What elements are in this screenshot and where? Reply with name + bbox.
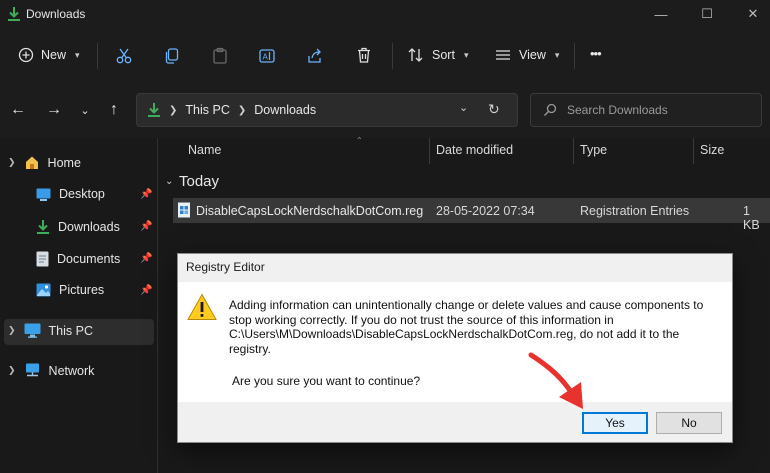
pin-icon[interactable]: 📌	[140, 189, 152, 200]
plus-circle-icon	[18, 47, 34, 63]
column-header-type[interactable]: Type	[580, 143, 607, 157]
warning-icon	[187, 293, 217, 320]
minimize-icon: —	[654, 6, 668, 22]
yes-button[interactable]: Yes	[582, 412, 648, 434]
sort-label: Sort	[432, 48, 455, 62]
column-divider[interactable]	[429, 138, 430, 164]
svg-text:A: A	[263, 53, 269, 62]
column-header-size[interactable]: Size	[700, 143, 724, 157]
nav-item-downloads[interactable]: Downloads	[36, 219, 120, 235]
column-header-date-modified[interactable]: Date modified	[436, 143, 513, 157]
nav-item-label: Pictures	[59, 283, 105, 297]
breadcrumb-separator-icon: ❯	[237, 104, 247, 116]
sort-icon	[408, 48, 423, 62]
close-icon: ✕	[747, 6, 759, 21]
downloads-icon	[37, 220, 49, 234]
nav-item-label: Home	[47, 155, 81, 170]
registry-file-icon	[178, 202, 190, 218]
view-button[interactable]: View ▾	[494, 47, 559, 63]
breadcrumb-this-pc[interactable]: This PC	[185, 103, 229, 117]
nav-item-label: Downloads	[58, 220, 120, 234]
documents-icon	[36, 251, 49, 267]
breadcrumb-separator-icon: ❯	[169, 104, 178, 116]
annotation-arrow-icon	[528, 352, 583, 409]
rename-icon[interactable]: A	[258, 47, 276, 65]
nav-item-documents[interactable]: Documents	[36, 251, 120, 267]
sort-indicator-icon: ⌃	[356, 136, 363, 145]
nav-item-home[interactable]: ❯ Home	[8, 155, 81, 170]
pin-icon[interactable]: 📌	[140, 285, 152, 296]
nav-item-label: Desktop	[59, 187, 105, 201]
chevron-right-icon: ❯	[8, 365, 16, 375]
minimize-button[interactable]: —	[641, 4, 681, 24]
group-collapse-chevron-icon[interactable]: ⌄	[165, 176, 173, 187]
dialog-title: Registry Editor	[186, 260, 265, 274]
nav-item-label: Network	[48, 363, 95, 378]
search-icon	[544, 103, 557, 116]
file-date-modified: 28-05-2022 07:34	[436, 204, 535, 218]
file-size: 1 KB	[743, 204, 760, 232]
maximize-icon: ☐	[701, 6, 713, 21]
toolbar-divider	[392, 43, 393, 69]
column-divider[interactable]	[693, 138, 694, 164]
pane-divider[interactable]	[157, 138, 158, 473]
downloads-icon	[8, 7, 20, 21]
cut-icon[interactable]	[115, 47, 133, 65]
column-header-name[interactable]: Name	[188, 143, 221, 157]
share-icon[interactable]	[306, 47, 324, 65]
chevron-down-icon: ▾	[554, 49, 560, 60]
desktop-icon	[36, 188, 51, 201]
copy-icon[interactable]	[163, 47, 181, 65]
downloads-icon	[148, 103, 160, 117]
breadcrumb-downloads[interactable]: Downloads	[254, 103, 316, 117]
nav-item-network[interactable]: ❯ Network	[8, 363, 94, 378]
back-arrow-icon[interactable]: ←	[8, 100, 28, 120]
search-placeholder: Search Downloads	[567, 103, 668, 117]
file-name: DisableCapsLockNerdschalkDotCom.reg	[196, 204, 424, 218]
network-icon	[25, 363, 39, 377]
chevron-right-icon: ❯	[8, 157, 16, 167]
view-label: View	[519, 48, 546, 62]
address-dropdown-chevron-icon[interactable]: ⌄	[459, 101, 468, 114]
more-options-icon[interactable]: •••	[590, 46, 602, 61]
nav-item-pictures[interactable]: Pictures	[36, 283, 104, 297]
view-icon	[496, 50, 510, 60]
toolbar-divider	[574, 43, 575, 69]
forward-arrow-icon[interactable]: →	[44, 100, 64, 120]
pictures-icon	[36, 283, 51, 297]
pin-icon[interactable]: 📌	[140, 253, 152, 264]
search-box[interactable]: Search Downloads	[530, 93, 762, 127]
delete-icon[interactable]	[355, 46, 373, 64]
close-button[interactable]: ✕	[733, 4, 770, 24]
dialog-message: Adding information can unintentionally c…	[229, 298, 704, 356]
recent-locations-chevron-icon[interactable]: ⌄	[77, 100, 93, 120]
computer-icon	[24, 323, 41, 338]
sort-button[interactable]: Sort ▾	[407, 47, 468, 63]
paste-icon[interactable]	[211, 47, 229, 65]
refresh-icon[interactable]: ↻	[488, 101, 500, 118]
maximize-button[interactable]: ☐	[687, 4, 727, 24]
new-button[interactable]: New ▾	[18, 47, 80, 63]
chevron-down-icon: ▾	[463, 49, 469, 60]
chevron-down-icon: ▾	[75, 49, 80, 60]
file-type: Registration Entries	[580, 204, 690, 218]
dialog-question: Are you sure you want to continue?	[232, 374, 421, 388]
column-divider[interactable]	[573, 138, 574, 164]
nav-item-this-pc[interactable]: ❯ This PC	[8, 323, 93, 338]
nav-item-label: This PC	[48, 323, 93, 338]
home-icon	[25, 156, 38, 169]
nav-item-label: Documents	[57, 252, 121, 266]
toolbar-divider	[97, 43, 98, 69]
dialog-footer	[178, 402, 732, 442]
new-label: New	[41, 48, 67, 62]
chevron-right-icon: ❯	[8, 325, 16, 335]
group-header-today[interactable]: Today	[179, 173, 219, 190]
pin-icon[interactable]: 📌	[140, 221, 152, 232]
nav-item-desktop[interactable]: Desktop	[36, 187, 105, 201]
window-title: Downloads	[26, 7, 86, 21]
no-button[interactable]: No	[656, 412, 722, 434]
up-arrow-icon[interactable]: ↑	[104, 100, 124, 120]
